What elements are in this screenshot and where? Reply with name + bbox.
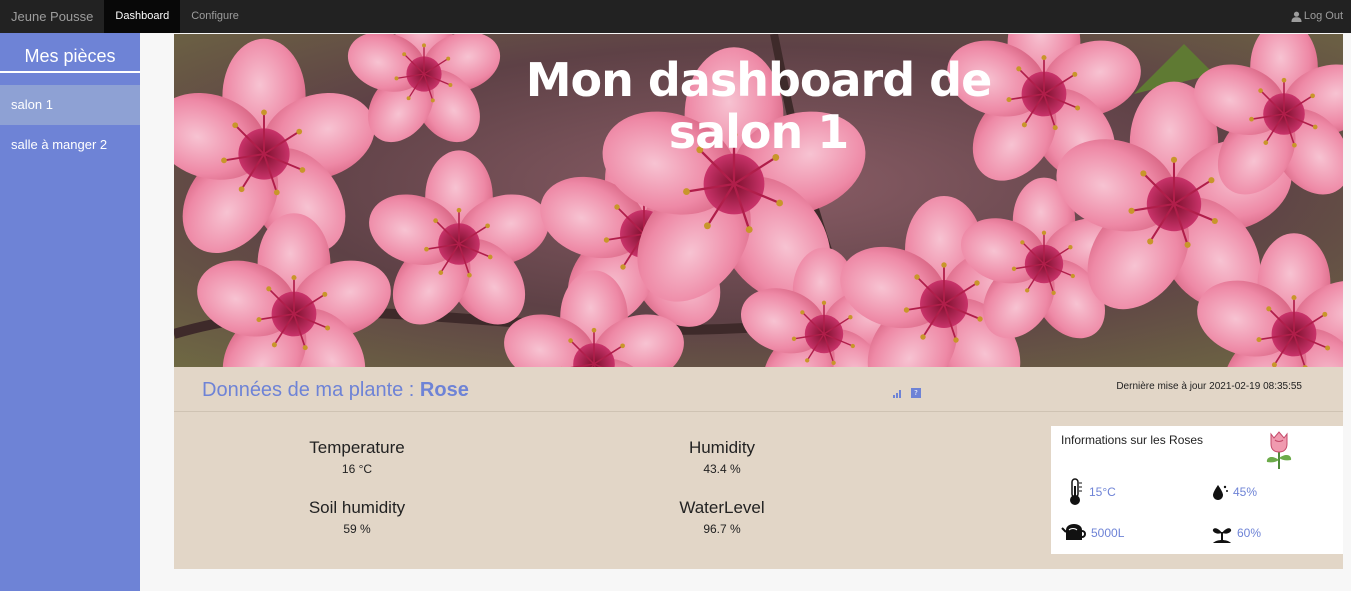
top-navbar: Jeune Pousse Dashboard Configure Log Out [0,0,1351,33]
rose-icon [1266,431,1292,469]
watering-can-icon [1061,524,1086,540]
tab-configure[interactable]: Configure [180,0,250,33]
metric-label: Humidity [688,438,756,457]
info-soil: 60% [1211,522,1261,544]
rose-info-card: Informations sur les Roses 15°C 45% 5000… [1051,426,1343,554]
sidebar-item-salon-1[interactable]: salon 1 [0,85,140,125]
info-humidity: 45% [1211,483,1257,501]
panel-header: Données de ma plante : Rose ? Dernière m… [174,367,1343,412]
last-update-text: Dernière mise à jour 2021-02-19 08:35:55 [1116,381,1302,392]
logout-link[interactable]: Log Out [1291,0,1343,33]
brand-link[interactable]: Jeune Pousse [0,0,104,33]
metric-value: 43.4 % [703,462,741,476]
water-drop-icon [1213,485,1228,500]
metric-label: Soil humidity [308,498,406,517]
info-temperature-value: 15°C [1089,485,1116,499]
info-temperature: 15°C [1065,478,1116,506]
info-card-title: Informations sur les Roses [1061,433,1204,447]
metric-humidity: Humidity 43.4 % [622,438,822,476]
sidebar-item-salle-a-manger-2[interactable]: salle à manger 2 [0,125,140,165]
user-icon [1291,11,1302,22]
plant-heading: Données de ma plante : Rose [202,379,469,402]
plant-heading-label: Données de ma plante : [202,379,420,401]
metric-label: Temperature [309,438,405,457]
plant-name: Rose [419,379,469,401]
sprout-icon [1212,528,1232,543]
help-icon[interactable]: ? [911,388,921,398]
metric-soil-humidity: Soil humidity 59 % [257,498,457,536]
chart-bars-icon[interactable] [893,388,903,398]
hero-banner: Mon dashboard de salon 1 [174,34,1343,367]
info-humidity-value: 45% [1233,485,1258,499]
sidebar-title: Mes pièces [0,33,140,73]
metric-value: 16 °C [341,462,373,476]
page-title: Mon dashboard de salon 1 [174,54,1343,158]
info-water-volume-value: 5000L [1091,526,1125,540]
info-water-volume: 5000L [1061,522,1124,544]
sidebar: Mes pièces salon 1 salle à manger 2 [0,33,140,591]
info-soil-value: 60% [1237,526,1262,540]
logout-label: Log Out [1303,10,1343,22]
page-title-line-2: salon 1 [668,105,850,159]
metric-temperature: Temperature 16 °C [257,438,457,476]
tab-dashboard[interactable]: Dashboard [104,0,181,33]
thermometer-icon [1070,478,1082,505]
metric-label: WaterLevel [679,498,765,517]
metric-value: 96.7 % [703,522,741,536]
metric-water-level: WaterLevel 96.7 % [622,498,822,536]
page-title-line-1: Mon dashboard de [525,53,993,107]
metric-value: 59 % [343,522,371,536]
